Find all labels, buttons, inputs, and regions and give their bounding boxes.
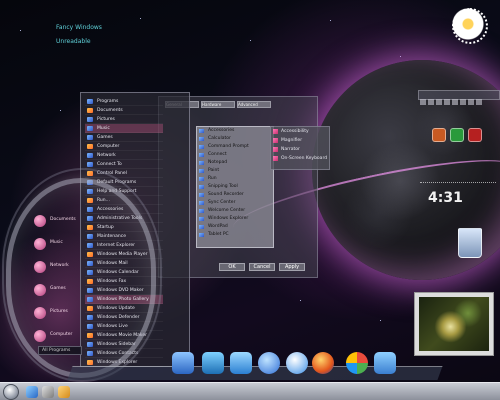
- toolbar-icon[interactable]: [436, 99, 442, 105]
- submenu-item[interactable]: Command Prompt: [197, 143, 273, 151]
- explorer-icon[interactable]: [374, 352, 396, 374]
- dock: [100, 346, 420, 382]
- star: [380, 320, 381, 321]
- documents-icon[interactable]: [230, 352, 252, 374]
- ok-button[interactable]: OK: [219, 263, 245, 271]
- toolbar-icon[interactable]: [468, 99, 474, 105]
- submenu2-item[interactable]: On-Screen Keyboard: [271, 154, 329, 163]
- menu-item[interactable]: Programs: [85, 97, 163, 106]
- toolbar-icon[interactable]: [452, 99, 458, 105]
- gadget-controls: [432, 128, 482, 142]
- left-panel-item[interactable]: Music: [30, 235, 80, 255]
- left-panel-item[interactable]: Documents: [30, 212, 80, 232]
- menu-item[interactable]: Network: [85, 151, 163, 160]
- tab-hardware[interactable]: Hardware: [201, 101, 235, 108]
- submenu-item[interactable]: Sound Recorder: [197, 191, 273, 199]
- taskbar: [0, 382, 500, 400]
- sidebar-toolbar: [418, 90, 500, 105]
- control-green-icon[interactable]: [450, 128, 464, 142]
- star: [250, 40, 251, 41]
- submenu-item[interactable]: Run: [197, 175, 273, 183]
- left-panel-item[interactable]: Computer: [30, 327, 80, 347]
- left-panel-item[interactable]: Network: [30, 258, 80, 278]
- left-panel-label: Music: [50, 240, 63, 245]
- toolbar-icon[interactable]: [460, 99, 466, 105]
- star: [400, 56, 401, 57]
- apply-button[interactable]: Apply: [279, 263, 305, 271]
- control-orange-icon[interactable]: [432, 128, 446, 142]
- documents-icon: [34, 215, 46, 227]
- submenu-item[interactable]: Accessories: [197, 127, 273, 135]
- control-red-icon[interactable]: [468, 128, 482, 142]
- slideshow-gadget[interactable]: [414, 292, 494, 356]
- submenu2-item[interactable]: Narrator: [271, 145, 329, 154]
- daisy-icon[interactable]: [448, 4, 488, 44]
- dialog-buttons: OK Cancel Apply: [219, 263, 305, 271]
- accessories-submenu: Accessories Calculator Command Prompt Co…: [196, 126, 274, 248]
- menu-item[interactable]: Games: [85, 133, 163, 142]
- menu-item[interactable]: Computer: [85, 142, 163, 151]
- music-icon: [34, 238, 46, 250]
- star: [60, 110, 61, 111]
- folder-icon[interactable]: [172, 352, 194, 374]
- left-panel-label: Pictures: [50, 309, 68, 314]
- games-icon: [34, 284, 46, 296]
- clock-divider: [420, 182, 496, 185]
- submenu-item[interactable]: Calculator: [197, 135, 273, 143]
- start-button[interactable]: [3, 384, 19, 400]
- toolbar-icon[interactable]: [444, 99, 450, 105]
- accessibility-submenu: Accessibility Magnifier Narrator On-Scre…: [270, 126, 330, 170]
- desktop: Fancy Windows Unreadable General Hardwar…: [0, 0, 500, 400]
- submenu-item[interactable]: Connect: [197, 151, 273, 159]
- media-player-icon[interactable]: [286, 352, 308, 374]
- submenu-item[interactable]: WordPad: [197, 223, 273, 231]
- left-panel-label: Computer: [50, 332, 73, 337]
- toolbar-icon[interactable]: [428, 99, 434, 105]
- submenu-item[interactable]: Paint: [197, 167, 273, 175]
- menu-item[interactable]: Music: [85, 124, 163, 133]
- clock-gadget: 4:31: [428, 190, 463, 206]
- left-panel-item[interactable]: Games: [30, 281, 80, 301]
- menu-item[interactable]: Connect To: [85, 160, 163, 169]
- star: [140, 18, 141, 19]
- left-panel-label: Documents: [50, 217, 76, 222]
- star: [330, 20, 331, 21]
- pictures-icon: [34, 307, 46, 319]
- recycle-bin-icon[interactable]: [458, 228, 482, 258]
- submenu2-item[interactable]: Magnifier: [271, 136, 329, 145]
- left-panel-item[interactable]: Pictures: [30, 304, 80, 324]
- left-panel-label: Network: [50, 263, 69, 268]
- quicklaunch-desktop-icon[interactable]: [42, 386, 54, 398]
- slideshow-image: [419, 297, 489, 351]
- toolbar-icon[interactable]: [476, 99, 482, 105]
- submenu-item[interactable]: Welcome Center: [197, 207, 273, 215]
- menu-item[interactable]: Pictures: [85, 115, 163, 124]
- start-left-panel: Documents Music Network Games Pictures C…: [30, 212, 80, 350]
- start-search-input[interactable]: All Programs: [38, 346, 82, 355]
- submenu-item[interactable]: Notepad: [197, 159, 273, 167]
- submenu-item[interactable]: Snipping Tool: [197, 183, 273, 191]
- windows-icon[interactable]: [346, 352, 368, 374]
- computer-icon: [34, 330, 46, 342]
- tab-advanced[interactable]: Advanced: [237, 101, 271, 108]
- cancel-button[interactable]: Cancel: [249, 263, 275, 271]
- quicklaunch-folder-icon[interactable]: [58, 386, 70, 398]
- menu-item[interactable]: Documents: [85, 106, 163, 115]
- star: [20, 30, 21, 31]
- submenu-item[interactable]: Windows Explorer: [197, 215, 273, 223]
- submenu-item[interactable]: Sync Center: [197, 199, 273, 207]
- network-icon: [34, 261, 46, 273]
- desktop-caption-2: Unreadable: [56, 38, 91, 45]
- toolbar-icon[interactable]: [420, 99, 426, 105]
- submenu-item[interactable]: Tablet PC: [197, 231, 273, 239]
- firefox-icon[interactable]: [312, 352, 334, 374]
- star: [300, 300, 301, 301]
- left-panel-label: Games: [50, 286, 66, 291]
- submenu2-item[interactable]: Accessibility: [271, 127, 329, 136]
- help-icon[interactable]: [258, 352, 280, 374]
- library-icon[interactable]: [202, 352, 224, 374]
- quicklaunch-ie-icon[interactable]: [26, 386, 38, 398]
- desktop-caption-1: Fancy Windows: [56, 24, 102, 31]
